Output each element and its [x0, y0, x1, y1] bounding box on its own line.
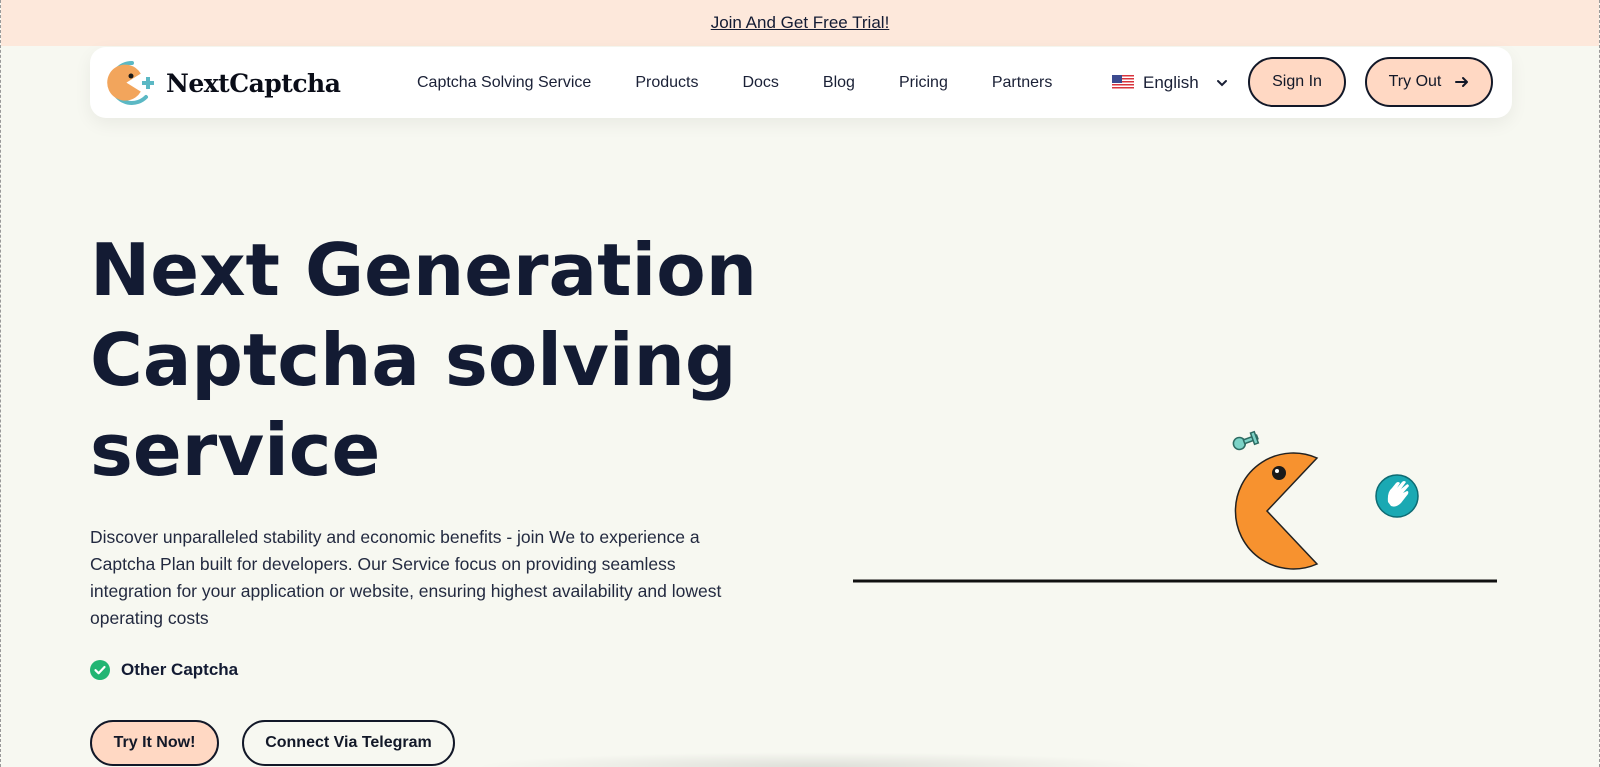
try-out-label: Try Out — [1388, 73, 1442, 90]
nav-item-docs[interactable]: Docs — [742, 74, 778, 92]
connect-telegram-button[interactable]: Connect Via Telegram — [242, 720, 455, 766]
hero-title-line: service — [90, 408, 381, 492]
feature-label: Other Captcha — [121, 660, 239, 679]
us-flag-icon — [1112, 75, 1134, 90]
top-navbar: NextCaptcha Captcha Solving Service Prod… — [90, 47, 1512, 118]
feature-item: Other Captcha — [90, 660, 238, 680]
hero-description: Discover unparalleled stability and econ… — [90, 527, 722, 628]
arrow-right-icon — [1455, 77, 1469, 87]
logo-pacman-icon — [107, 60, 154, 105]
language-selector[interactable]: English — [1112, 47, 1228, 118]
hero-title-line: Captcha solving — [90, 318, 737, 402]
language-label: English — [1143, 72, 1199, 92]
nav-item-products[interactable]: Products — [635, 74, 698, 92]
pacman-icon — [1232, 430, 1319, 570]
try-it-now-button[interactable]: Try It Now! — [90, 720, 219, 766]
brand-logo[interactable]: NextCaptcha — [106, 59, 341, 107]
main-nav: Captcha Solving Service Products Docs Bl… — [417, 47, 1052, 118]
brand-name: NextCaptcha — [166, 68, 341, 98]
connect-telegram-label: Connect Via Telegram — [265, 734, 432, 751]
promo-bar: Join And Get Free Trial! — [1, 0, 1599, 46]
free-trial-link[interactable]: Join And Get Free Trial! — [711, 13, 890, 33]
hero-title-line: Next Generation — [90, 228, 757, 312]
hand-ball-icon — [1375, 474, 1419, 518]
try-out-button[interactable]: Try Out — [1365, 57, 1493, 107]
card-shadow — [471, 752, 1161, 767]
nav-item-pricing[interactable]: Pricing — [899, 74, 948, 92]
try-it-now-label: Try It Now! — [113, 734, 196, 751]
nav-item-blog[interactable]: Blog — [823, 74, 855, 92]
nav-item-partners[interactable]: Partners — [992, 74, 1052, 92]
sign-in-label: Sign In — [1272, 73, 1322, 90]
check-circle-icon — [90, 660, 110, 680]
sign-in-button[interactable]: Sign In — [1248, 57, 1346, 107]
nav-item-captcha-solving-service[interactable]: Captcha Solving Service — [417, 74, 591, 92]
hero-title: Next Generation Captcha solving service — [90, 225, 790, 495]
chevron-down-icon — [1216, 79, 1227, 86]
hero-illustration — [853, 430, 1497, 583]
